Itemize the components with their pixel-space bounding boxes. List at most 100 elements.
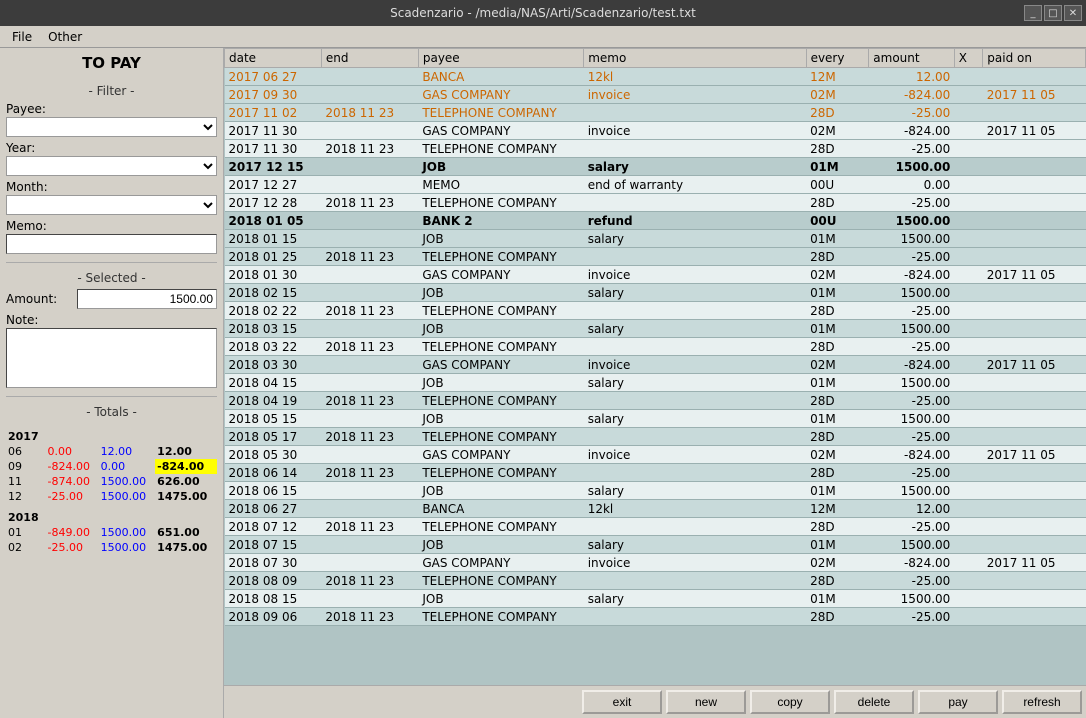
payee-select[interactable] xyxy=(6,117,217,137)
table-row[interactable]: 2018 03 15JOBsalary01M1500.00 xyxy=(225,320,1086,338)
cell-x xyxy=(954,356,983,374)
table-row[interactable]: 2018 02 15JOBsalary01M1500.00 xyxy=(225,284,1086,302)
table-row[interactable]: 2018 07 30GAS COMPANYinvoice02M-824.0020… xyxy=(225,554,1086,572)
table-row[interactable]: 2017 12 27MEMOend of warranty00U0.00 xyxy=(225,176,1086,194)
cell-amount: 12.00 xyxy=(869,68,955,86)
table-row[interactable]: 2018 07 15JOBsalary01M1500.00 xyxy=(225,536,1086,554)
table-row[interactable]: 2017 11 022018 11 23TELEPHONE COMPANY28D… xyxy=(225,104,1086,122)
cell-payee: TELEPHONE COMPANY xyxy=(418,338,583,356)
totals-row: 06 0.00 12.00 12.00 xyxy=(6,444,217,459)
table-row[interactable]: 2018 06 27BANCA12kl12M12.00 xyxy=(225,500,1086,518)
window-controls[interactable]: _ □ ✕ xyxy=(1024,5,1082,21)
table-row[interactable]: 2018 06 142018 11 23TELEPHONE COMPANY28D… xyxy=(225,464,1086,482)
cell-x xyxy=(954,572,983,590)
memo-input[interactable] xyxy=(6,234,217,254)
table-row[interactable]: 2018 03 222018 11 23TELEPHONE COMPANY28D… xyxy=(225,338,1086,356)
copy-button[interactable]: copy xyxy=(750,690,830,714)
table-row[interactable]: 2018 07 122018 11 23TELEPHONE COMPANY28D… xyxy=(225,518,1086,536)
cell-payee: TELEPHONE COMPANY xyxy=(418,392,583,410)
cell-paidon xyxy=(983,464,1086,482)
table-container[interactable]: date end payee memo every amount X paid … xyxy=(224,48,1086,685)
table-row[interactable]: 2018 01 15JOBsalary01M1500.00 xyxy=(225,230,1086,248)
cell-x xyxy=(954,302,983,320)
exit-button[interactable]: exit xyxy=(582,690,662,714)
table-row[interactable]: 2017 06 27BANCA12kl12M12.00 xyxy=(225,68,1086,86)
cell-amount: -824.00 xyxy=(869,122,955,140)
note-textarea[interactable] xyxy=(6,328,217,388)
cell-every: 12M xyxy=(806,500,869,518)
cell-x xyxy=(954,446,983,464)
table-row[interactable]: 2018 01 05BANK 2refund00U1500.00 xyxy=(225,212,1086,230)
menu-other[interactable]: Other xyxy=(40,28,90,46)
cell-amount: 1500.00 xyxy=(869,536,955,554)
table-row[interactable]: 2018 01 30GAS COMPANYinvoice02M-824.0020… xyxy=(225,266,1086,284)
new-button[interactable]: new xyxy=(666,690,746,714)
cell-date: 2018 08 15 xyxy=(225,590,322,608)
pay-button[interactable]: pay xyxy=(918,690,998,714)
cell-every: 01M xyxy=(806,320,869,338)
table-row[interactable]: 2018 05 15JOBsalary01M1500.00 xyxy=(225,410,1086,428)
maximize-button[interactable]: □ xyxy=(1044,5,1062,21)
table-row[interactable]: 2017 12 282018 11 23TELEPHONE COMPANY28D… xyxy=(225,194,1086,212)
year-select[interactable] xyxy=(6,156,217,176)
table-row[interactable]: 2018 05 172018 11 23TELEPHONE COMPANY28D… xyxy=(225,428,1086,446)
table-row[interactable]: 2018 09 062018 11 23TELEPHONE COMPANY28D… xyxy=(225,608,1086,626)
header-date: date xyxy=(225,49,322,68)
cell-paidon xyxy=(983,608,1086,626)
cell-end xyxy=(321,446,418,464)
minimize-button[interactable]: _ xyxy=(1024,5,1042,21)
cell-date: 2017 06 27 xyxy=(225,68,322,86)
cell-amount: -25.00 xyxy=(869,428,955,446)
table-row[interactable]: 2018 02 222018 11 23TELEPHONE COMPANY28D… xyxy=(225,302,1086,320)
cell-x xyxy=(954,536,983,554)
refresh-button[interactable]: refresh xyxy=(1002,690,1082,714)
delete-button[interactable]: delete xyxy=(834,690,914,714)
cell-memo xyxy=(584,194,806,212)
cell-end: 2018 11 23 xyxy=(321,428,418,446)
cell-memo: salary xyxy=(584,482,806,500)
cell-x xyxy=(954,266,983,284)
cell-amount: 1500.00 xyxy=(869,482,955,500)
amount-input[interactable] xyxy=(77,289,217,309)
table-row[interactable]: 2018 08 15JOBsalary01M1500.00 xyxy=(225,590,1086,608)
cell-end xyxy=(321,68,418,86)
table-row[interactable]: 2017 12 15JOBsalary01M1500.00 xyxy=(225,158,1086,176)
header-paidon: paid on xyxy=(983,49,1086,68)
cell-x xyxy=(954,608,983,626)
cell-end xyxy=(321,158,418,176)
table-row[interactable]: 2017 09 30GAS COMPANYinvoice02M-824.0020… xyxy=(225,86,1086,104)
table-row[interactable]: 2018 06 15JOBsalary01M1500.00 xyxy=(225,482,1086,500)
menu-file[interactable]: File xyxy=(4,28,40,46)
cell-paidon xyxy=(983,500,1086,518)
cell-every: 00U xyxy=(806,176,869,194)
close-button[interactable]: ✕ xyxy=(1064,5,1082,21)
table-row[interactable]: 2018 04 192018 11 23TELEPHONE COMPANY28D… xyxy=(225,392,1086,410)
cell-every: 02M xyxy=(806,446,869,464)
payee-label: Payee: xyxy=(6,102,217,116)
table-row[interactable]: 2017 11 30GAS COMPANYinvoice02M-824.0020… xyxy=(225,122,1086,140)
cell-x xyxy=(954,482,983,500)
to-pay-title: TO PAY xyxy=(6,54,217,72)
cell-end xyxy=(321,356,418,374)
month-row: Month: xyxy=(6,180,217,215)
cell-amount: 1500.00 xyxy=(869,590,955,608)
cell-payee: BANK 2 xyxy=(418,212,583,230)
cell-payee: GAS COMPANY xyxy=(418,86,583,104)
cell-date: 2018 06 14 xyxy=(225,464,322,482)
totals-row: 02 -25.00 1500.00 1475.00 xyxy=(6,540,217,555)
header-memo: memo xyxy=(584,49,806,68)
cell-amount: -824.00 xyxy=(869,554,955,572)
cell-x xyxy=(954,122,983,140)
table-row[interactable]: 2018 08 092018 11 23TELEPHONE COMPANY28D… xyxy=(225,572,1086,590)
table-row[interactable]: 2017 11 302018 11 23TELEPHONE COMPANY28D… xyxy=(225,140,1086,158)
table-row[interactable]: 2018 03 30GAS COMPANYinvoice02M-824.0020… xyxy=(225,356,1086,374)
totals-row: 09 -824.00 0.00 -824.00 xyxy=(6,459,217,474)
cell-x xyxy=(954,554,983,572)
table-row[interactable]: 2018 05 30GAS COMPANYinvoice02M-824.0020… xyxy=(225,446,1086,464)
cell-end xyxy=(321,176,418,194)
cell-x xyxy=(954,500,983,518)
cell-paidon xyxy=(983,248,1086,266)
table-row[interactable]: 2018 01 252018 11 23TELEPHONE COMPANY28D… xyxy=(225,248,1086,266)
table-row[interactable]: 2018 04 15JOBsalary01M1500.00 xyxy=(225,374,1086,392)
month-select[interactable] xyxy=(6,195,217,215)
